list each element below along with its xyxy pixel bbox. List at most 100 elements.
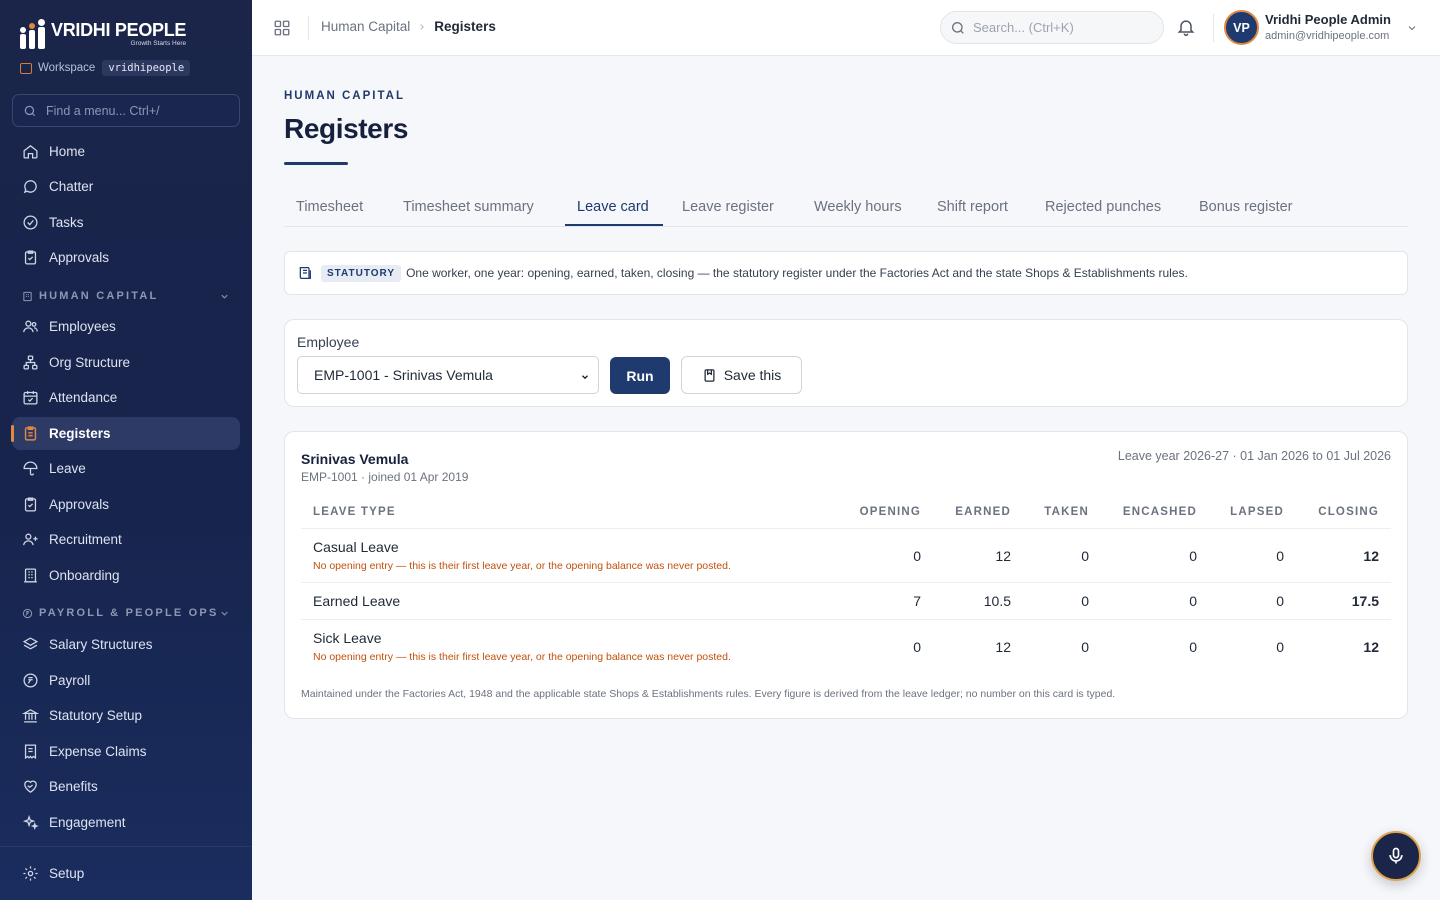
encashed-value: 0 — [1189, 548, 1197, 564]
col-encashed: ENCASHED — [1122, 506, 1197, 518]
sidebar-item-salary-structures[interactable]: Salary Structures — [12, 628, 240, 661]
layers-icon — [22, 637, 39, 650]
lapsed-value: 0 — [1276, 593, 1284, 609]
briefcase-icon — [20, 62, 32, 74]
sparkles-icon — [22, 814, 39, 831]
sidebar-item-statutory-setup[interactable]: Statutory Setup — [12, 699, 240, 732]
bell-icon[interactable] — [1176, 17, 1196, 37]
sidebar-item-employees[interactable]: Employees — [12, 310, 240, 343]
search-icon — [952, 21, 964, 34]
building-icon — [23, 291, 32, 301]
global-search-input[interactable]: Search... (Ctrl+K) — [940, 11, 1164, 44]
sidebar-item-home[interactable]: Home — [12, 135, 240, 168]
chevron-down-icon — [221, 611, 228, 616]
sidebar-item-label: Setup — [49, 866, 85, 881]
col-earned: EARNED — [955, 506, 1011, 518]
sidebar-item-label: Approvals — [49, 250, 110, 265]
employee-select-value: EMP-1001 - Srinivas Vemula — [314, 367, 493, 383]
book-icon — [299, 267, 311, 279]
sidebar-item-attendance[interactable]: Attendance — [12, 381, 240, 414]
run-button[interactable]: Run — [610, 357, 670, 394]
landmark-icon — [22, 709, 39, 723]
table-row: Casual Leave No opening entry — this is … — [301, 529, 1391, 583]
sidebar-item-tasks[interactable]: Tasks — [12, 206, 240, 239]
sidebar-item-setup[interactable]: Setup — [12, 857, 240, 890]
table-row: Sick Leave No opening entry — this is th… — [301, 620, 1391, 674]
brand-logo[interactable]: VRIDHI PEOPLE Growth Starts Here — [20, 19, 186, 49]
section-payroll[interactable]: PAYROLL & PEOPLE OPS — [22, 607, 234, 619]
sidebar-item-label: Onboarding — [49, 568, 120, 583]
section-human-capital[interactable]: HUMAN CAPITAL — [22, 290, 234, 302]
sidebar-item-benefits[interactable]: Benefits — [12, 770, 240, 803]
tab-timesheet[interactable]: Timesheet — [296, 199, 363, 215]
statutory-notice: STATUTORY One worker, one year: opening,… — [284, 251, 1408, 295]
user-name[interactable]: Vridhi People Admin — [1265, 12, 1391, 27]
employee-name: Srinivas Vemula — [301, 451, 409, 467]
org-chart-icon — [23, 355, 38, 370]
breadcrumb-registers: Registers — [434, 19, 496, 34]
closing-value: 12 — [1363, 639, 1379, 655]
leave-year: Leave year 2026-27 · 01 Jan 2026 to 01 J… — [1117, 449, 1391, 463]
taken-value: 0 — [1081, 548, 1089, 564]
home-icon — [23, 145, 38, 159]
opening-value: 0 — [913, 548, 921, 564]
sidebar-item-engagement[interactable]: Engagement — [12, 806, 240, 839]
chevron-right-icon — [420, 23, 425, 30]
sidebar-item-org-structure[interactable]: Org Structure — [12, 346, 240, 379]
sidebar-item-approvals-hc[interactable]: Approvals — [12, 488, 240, 521]
voice-assistant-button[interactable] — [1371, 831, 1421, 881]
sidebar-item-leave[interactable]: Leave — [12, 452, 240, 485]
chevron-down-icon[interactable] — [1406, 22, 1418, 34]
employee-select[interactable]: EMP-1001 - Srinivas Vemula — [297, 356, 599, 394]
tab-weekly-hours[interactable]: Weekly hours — [814, 199, 902, 215]
sidebar-search-input[interactable]: Find a menu... Ctrl+/ — [12, 94, 240, 127]
apps-grid-icon[interactable] — [273, 19, 291, 37]
col-leave-type: LEAVE TYPE — [313, 506, 396, 518]
opening-value: 0 — [913, 639, 921, 655]
sidebar-item-label: Benefits — [49, 779, 98, 794]
sidebar-item-chatter[interactable]: Chatter — [12, 170, 240, 203]
sidebar-item-payroll[interactable]: Payroll — [12, 664, 240, 697]
sidebar-item-approvals[interactable]: Approvals — [12, 241, 240, 274]
statutory-badge: STATUTORY — [321, 264, 402, 282]
workspace-indicator[interactable]: Workspace vridhipeople — [20, 60, 191, 76]
sidebar-item-label: Employees — [49, 319, 116, 334]
check-circle-icon — [23, 215, 38, 230]
workspace-label: Workspace — [38, 62, 96, 74]
breadcrumb-human-capital[interactable]: Human Capital — [321, 19, 410, 34]
search-icon — [24, 105, 36, 116]
clipboard-check-icon — [24, 250, 37, 265]
leave-type: Sick Leave — [313, 630, 382, 646]
tab-bonus-register[interactable]: Bonus register — [1199, 199, 1293, 215]
tab-leave-card[interactable]: Leave card — [577, 199, 649, 215]
section-label: PAYROLL & PEOPLE OPS — [39, 607, 219, 619]
leave-type: Casual Leave — [313, 539, 399, 555]
save-this-button[interactable]: Save this — [681, 356, 802, 394]
tab-rejected-punches[interactable]: Rejected punches — [1045, 199, 1161, 215]
sidebar-item-expense-claims[interactable]: Expense Claims — [12, 735, 240, 768]
tab-shift-report[interactable]: Shift report — [937, 199, 1008, 215]
leave-card: Srinivas Vemula EMP-1001 · joined 01 Apr… — [284, 431, 1408, 719]
lapsed-value: 0 — [1276, 548, 1284, 564]
col-lapsed: LAPSED — [1230, 506, 1284, 518]
user-email: admin@vridhipeople.com — [1265, 30, 1390, 42]
tab-timesheet-summary[interactable]: Timesheet summary — [403, 199, 534, 215]
sidebar-item-registers[interactable]: Registers — [11, 417, 240, 450]
sidebar-item-label: Expense Claims — [49, 744, 147, 759]
sidebar-item-label: Approvals — [49, 497, 110, 512]
tab-leave-register[interactable]: Leave register — [682, 199, 774, 215]
sidebar-item-label: Statutory Setup — [49, 708, 143, 723]
col-taken: TAKEN — [1044, 506, 1089, 518]
breadcrumb: Human Capital Registers — [321, 19, 496, 34]
avatar[interactable]: VP — [1224, 10, 1259, 45]
taken-value: 0 — [1081, 639, 1089, 655]
sidebar-item-recruitment[interactable]: Recruitment — [12, 523, 240, 556]
register-tabs: Timesheet Timesheet summary Leave card L… — [284, 187, 1408, 227]
topbar-divider — [1213, 14, 1214, 42]
sidebar-item-label: Leave — [49, 461, 86, 476]
section-label: HUMAN CAPITAL — [39, 290, 159, 302]
clipboard-check-icon — [24, 497, 37, 512]
topbar: Human Capital Registers Search... (Ctrl+… — [252, 0, 1440, 56]
sidebar-item-onboarding[interactable]: Onboarding — [12, 559, 240, 592]
opening-warning: No opening entry — this is their first l… — [313, 651, 731, 663]
